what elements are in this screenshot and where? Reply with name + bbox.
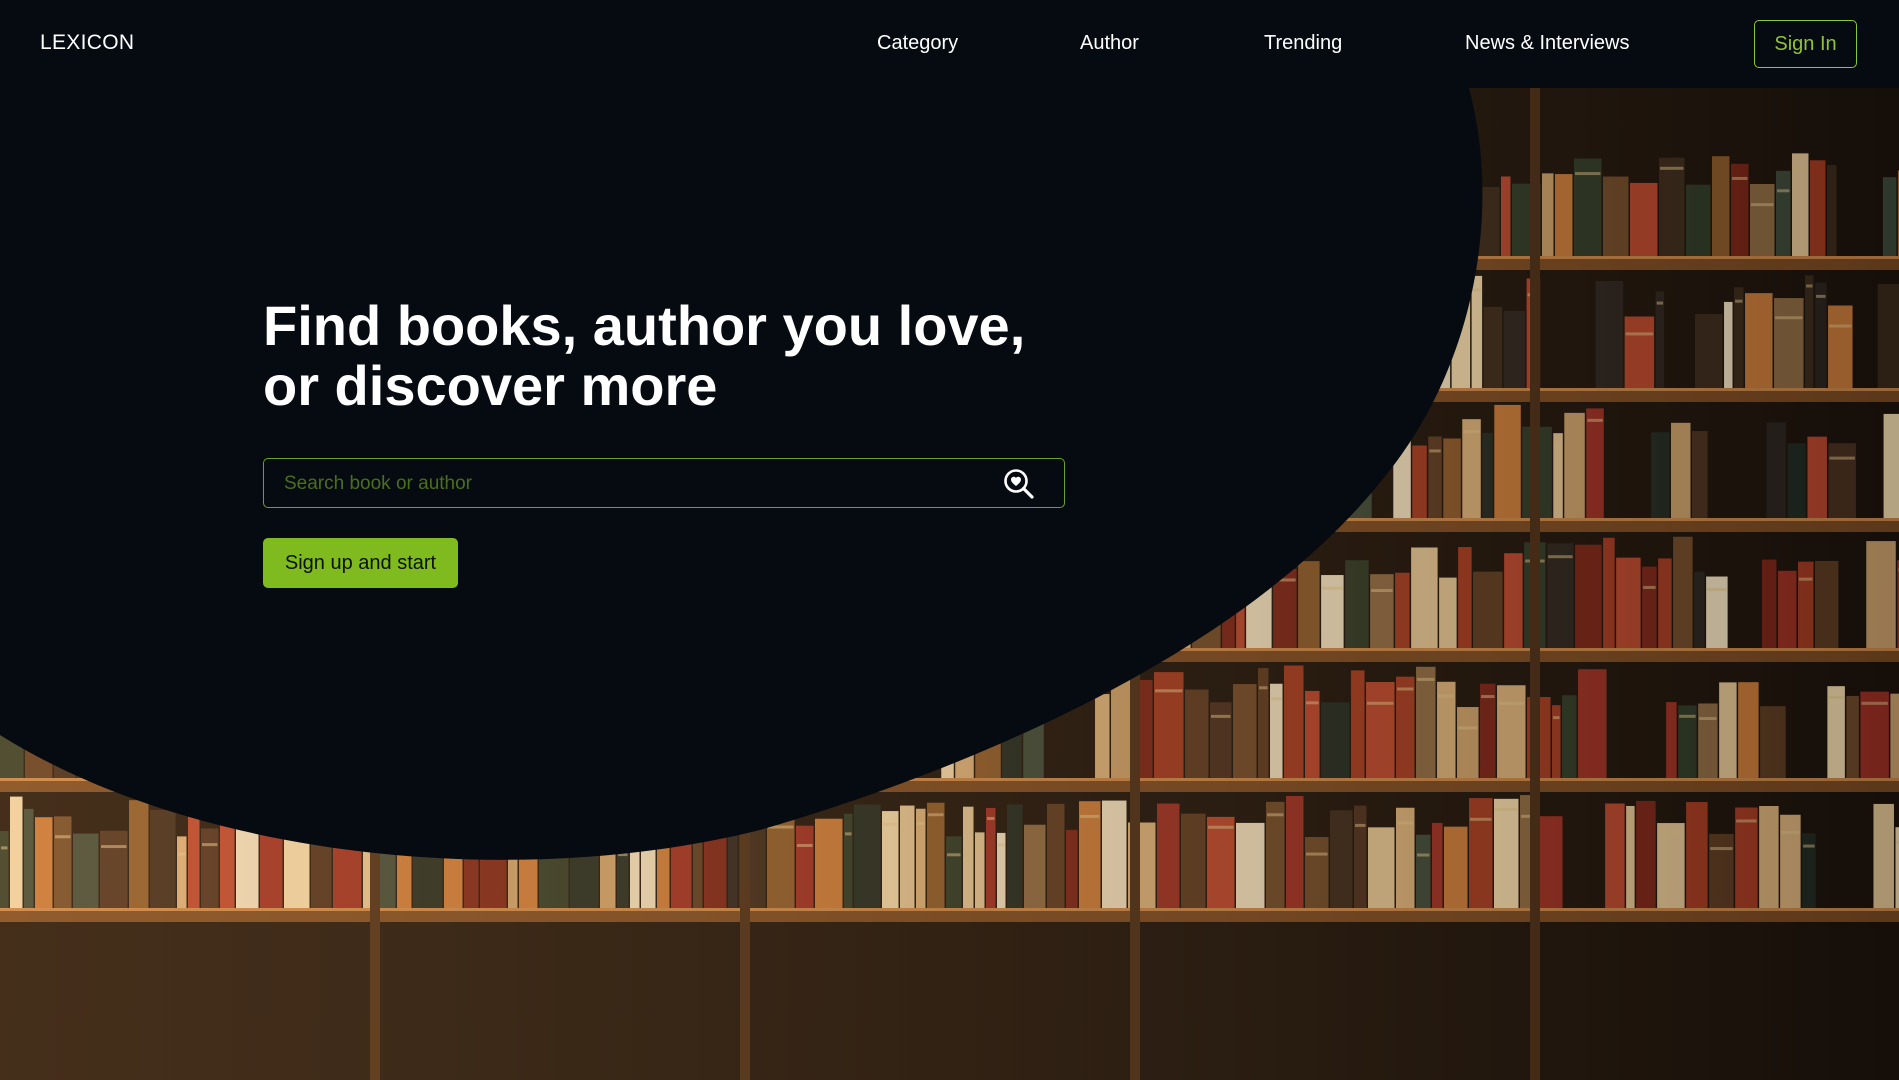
hero-title-line-1: Find books, author you love,	[263, 294, 1026, 357]
search-icon[interactable]	[1002, 467, 1036, 501]
nav-item-category[interactable]: Category	[877, 32, 958, 55]
sign-in-button[interactable]: Sign In	[1754, 20, 1857, 68]
sign-up-button[interactable]: Sign up and start	[263, 538, 458, 588]
hero-section: Find books, author you love, or discover…	[263, 296, 1103, 588]
nav-item-news-interviews[interactable]: News & Interviews	[1465, 32, 1630, 55]
search-bar	[263, 458, 1065, 508]
nav-item-author[interactable]: Author	[1080, 32, 1139, 55]
search-input[interactable]	[282, 459, 986, 508]
hero-title: Find books, author you love, or discover…	[263, 296, 1103, 416]
brand-logo[interactable]: LEXICON	[40, 31, 134, 55]
nav-item-trending[interactable]: Trending	[1264, 32, 1342, 55]
hero-title-line-2: or discover more	[263, 354, 718, 417]
landing-page: LEXICON Category Author Trending News & …	[0, 0, 1899, 1080]
top-navigation: LEXICON Category Author Trending News & …	[0, 0, 1899, 88]
